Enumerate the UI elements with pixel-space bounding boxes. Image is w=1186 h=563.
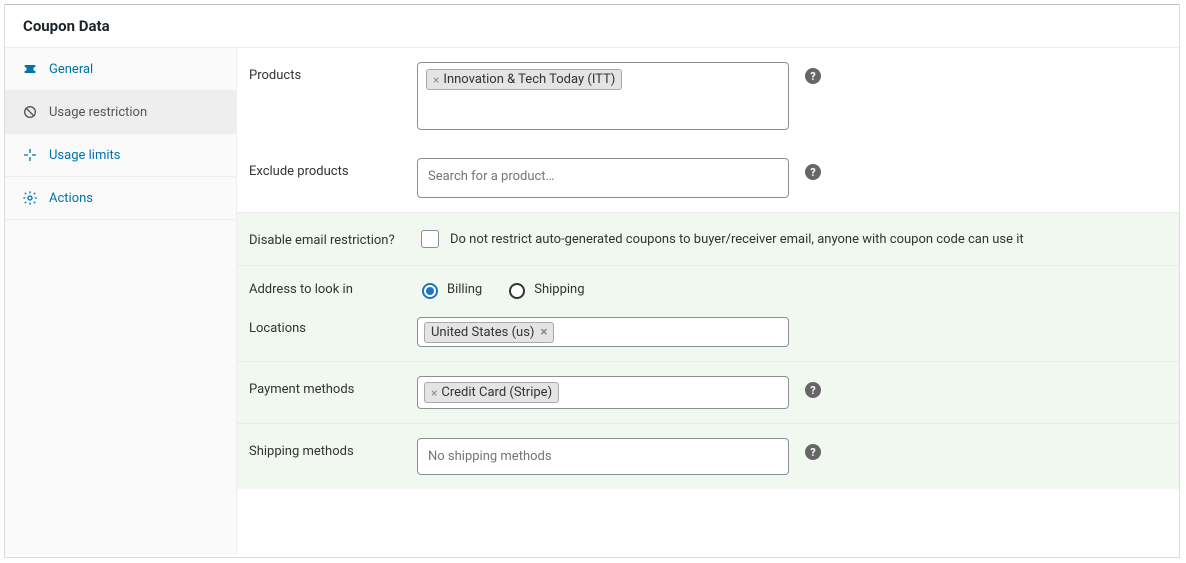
ban-icon [21,103,39,121]
label-locations: Locations [249,317,417,336]
shipping-methods-select[interactable]: No shipping methods [417,438,789,475]
label-exclude-products: Exclude products [249,158,417,179]
product-tag[interactable]: × Innovation & Tech Today (ITT) [426,69,622,90]
disable-email-checkbox-label: Do not restrict auto-generated coupons t… [450,232,1024,247]
sidebar-item-usage-limits[interactable]: Usage limits [5,134,236,177]
payment-method-tag-label: Credit Card (Stripe) [441,385,552,400]
product-tag-label: Innovation & Tech Today (ITT) [443,72,615,87]
shipping-methods-placeholder: No shipping methods [426,445,554,468]
label-payment-methods: Payment methods [249,376,417,397]
radio-billing-label: Billing [447,282,482,297]
radio-shipping-input[interactable] [509,283,525,299]
content-area: Products × Innovation & Tech Today (ITT)… [237,48,1179,555]
exclude-products-select[interactable]: Search for a product… [417,158,789,198]
sidebar-item-usage-restriction[interactable]: Usage restriction [5,91,236,134]
locations-select[interactable]: United States (us) × [417,317,789,347]
row-payment-methods: Payment methods × Credit Card (Stripe) ? [237,361,1179,423]
payment-methods-select[interactable]: × Credit Card (Stripe) [417,376,789,409]
help-icon[interactable]: ? [805,68,821,84]
label-products: Products [249,62,417,83]
payment-method-tag[interactable]: × Credit Card (Stripe) [424,382,559,403]
remove-tag-icon[interactable]: × [433,73,439,87]
sidebar-item-actions[interactable]: Actions [5,177,236,220]
remove-tag-icon[interactable]: × [431,386,437,400]
gear-icon [21,189,39,207]
help-icon[interactable]: ? [805,382,821,398]
row-disable-email: Disable email restriction? Do not restri… [237,212,1179,265]
help-icon[interactable]: ? [805,444,821,460]
sidebar-item-label: General [49,62,93,77]
label-shipping-methods: Shipping methods [249,438,417,459]
panel-title: Coupon Data [23,17,1161,35]
sidebar: General Usage restriction Usage limits A… [5,48,237,555]
help-icon[interactable]: ? [805,164,821,180]
panel-header: Coupon Data [5,5,1179,48]
panel-body: General Usage restriction Usage limits A… [5,48,1179,555]
label-address: Address to look in [249,282,417,297]
location-tag-label: United States (us) [431,325,534,340]
compress-icon [21,146,39,164]
remove-tag-icon[interactable]: × [540,325,547,340]
disable-email-checkbox[interactable] [421,230,439,248]
location-tag[interactable]: United States (us) × [424,322,554,343]
radio-billing-input[interactable] [422,283,438,299]
row-exclude-products: Exclude products Search for a product… ? [237,144,1179,212]
exclude-products-placeholder: Search for a product… [426,165,556,188]
sidebar-item-general[interactable]: General [5,48,236,91]
row-products: Products × Innovation & Tech Today (ITT)… [237,48,1179,144]
radio-shipping[interactable]: Shipping [504,280,584,299]
address-radio-group: Billing Shipping [417,280,585,299]
row-address-locations: Address to look in Billing Shipping Loca [237,265,1179,361]
ticket-icon [21,60,39,78]
radio-shipping-label: Shipping [534,282,584,297]
label-disable-email: Disable email restriction? [249,227,417,248]
sidebar-item-label: Usage restriction [49,105,147,120]
row-shipping-methods: Shipping methods No shipping methods ? [237,423,1179,489]
products-select[interactable]: × Innovation & Tech Today (ITT) [417,62,789,130]
sidebar-item-label: Usage limits [49,148,120,163]
sidebar-item-label: Actions [49,191,93,206]
coupon-data-panel: Coupon Data General Usage restriction Us… [4,4,1180,558]
radio-billing[interactable]: Billing [417,280,482,299]
